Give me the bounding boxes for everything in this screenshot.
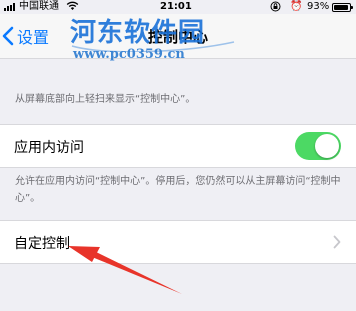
wifi-icon bbox=[66, 1, 79, 10]
access-footer-text: 允许在应用内访问“控制中心”。停用后，您仍然可以从主屏幕访问“控制中心”。 bbox=[15, 176, 341, 204]
intro-text: 从屏幕底部向上轻扫来显示“控制中心”。 bbox=[15, 94, 196, 105]
battery-percent: 93% bbox=[307, 1, 330, 12]
access-within-apps-toggle[interactable] bbox=[295, 132, 341, 160]
toggle-knob bbox=[315, 134, 339, 158]
status-time: 21:01 bbox=[160, 1, 192, 12]
status-bar: 中国联通 21:01 ⏰ 93% bbox=[0, 0, 356, 14]
orientation-lock-icon bbox=[270, 1, 281, 12]
navigation-bar: 设置 控制中心 bbox=[0, 14, 356, 59]
customize-controls-label: 自定控制 bbox=[14, 236, 70, 252]
access-within-apps-label: 应用内访问 bbox=[14, 140, 84, 156]
signal-icon bbox=[4, 3, 15, 11]
customize-controls-row[interactable]: 自定控制 bbox=[0, 220, 356, 264]
carrier-name: 中国联通 bbox=[19, 1, 59, 12]
chevron-right-icon bbox=[333, 235, 341, 249]
page-title: 控制中心 bbox=[147, 28, 208, 46]
battery-icon bbox=[332, 3, 353, 12]
access-within-apps-row: 应用内访问 bbox=[0, 124, 356, 168]
alarm-icon: ⏰ bbox=[290, 1, 303, 12]
